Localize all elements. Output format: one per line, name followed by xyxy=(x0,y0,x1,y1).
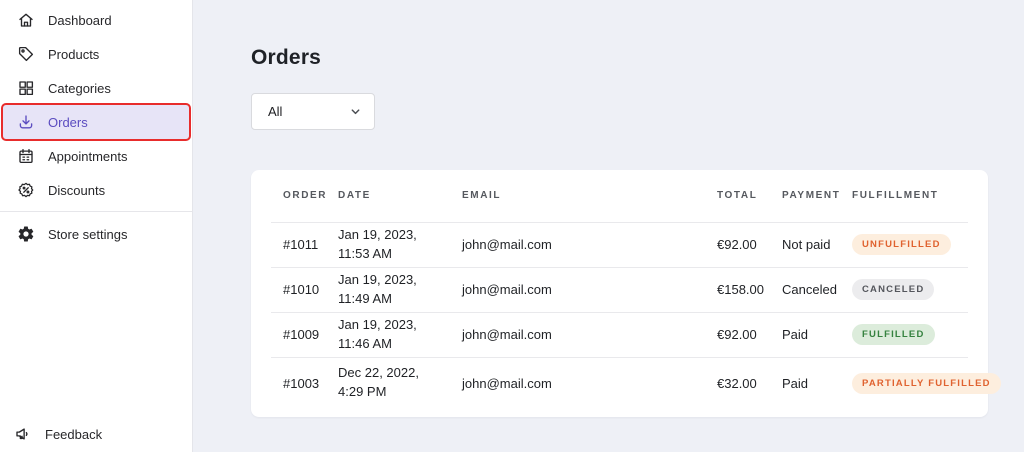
grid-icon xyxy=(17,79,35,97)
table-header-row: ORDER DATE EMAIL TOTAL PAYMENT FULFILLME… xyxy=(271,170,968,222)
sidebar-item-label: Discounts xyxy=(48,183,105,198)
fulfillment-badge: PARTIALLY FULFILLED xyxy=(852,373,1001,394)
order-total: €92.00 xyxy=(717,222,782,267)
page-title: Orders xyxy=(251,46,321,70)
order-email: john@mail.com xyxy=(462,222,717,267)
table-row[interactable]: #1003 Dec 22, 2022, 4:29 PM john@mail.co… xyxy=(271,357,968,409)
order-payment: Canceled xyxy=(782,267,852,312)
order-date: Jan 19, 2023, 11:53 AM xyxy=(338,222,462,267)
filter-selected-value: All xyxy=(268,104,282,119)
order-payment: Paid xyxy=(782,357,852,409)
order-number: #1009 xyxy=(271,312,338,357)
order-number: #1003 xyxy=(271,357,338,409)
order-email: john@mail.com xyxy=(462,357,717,409)
sidebar-item-products[interactable]: Products xyxy=(3,37,189,71)
order-total: €158.00 xyxy=(717,267,782,312)
sidebar-item-discounts[interactable]: Discounts xyxy=(3,173,189,207)
order-date: Jan 19, 2023, 11:46 AM xyxy=(338,312,462,357)
sidebar-item-categories[interactable]: Categories xyxy=(3,71,189,105)
order-number: #1011 xyxy=(271,222,338,267)
column-header-email: EMAIL xyxy=(462,170,717,222)
table-row[interactable]: #1009 Jan 19, 2023, 11:46 AM john@mail.c… xyxy=(271,312,968,357)
fulfillment-badge: CANCELED xyxy=(852,279,934,300)
sidebar-item-dashboard[interactable]: Dashboard xyxy=(3,3,189,37)
sidebar-item-appointments[interactable]: Appointments xyxy=(3,139,189,173)
gear-icon xyxy=(17,225,35,243)
column-header-total: TOTAL xyxy=(717,170,782,222)
sidebar: Dashboard Products Categories Orders xyxy=(0,0,193,452)
order-date: Dec 22, 2022, 4:29 PM xyxy=(338,357,462,409)
download-icon xyxy=(17,113,35,131)
discount-icon xyxy=(17,181,35,199)
sidebar-item-label: Store settings xyxy=(48,227,128,242)
sidebar-item-label: Appointments xyxy=(48,149,128,164)
calendar-icon xyxy=(17,147,35,165)
order-payment: Paid xyxy=(782,312,852,357)
table-row[interactable]: #1011 Jan 19, 2023, 11:53 AM john@mail.c… xyxy=(271,222,968,267)
sidebar-item-label: Categories xyxy=(48,81,111,96)
fulfillment-badge: UNFULFILLED xyxy=(852,234,951,255)
orders-table: ORDER DATE EMAIL TOTAL PAYMENT FULFILLME… xyxy=(271,170,968,409)
sidebar-item-orders[interactable]: Orders xyxy=(3,105,189,139)
sidebar-divider xyxy=(0,211,192,212)
megaphone-icon xyxy=(14,425,32,443)
column-header-order: ORDER xyxy=(271,170,338,222)
sidebar-item-feedback[interactable]: Feedback xyxy=(0,417,192,451)
order-number: #1010 xyxy=(271,267,338,312)
column-header-payment: PAYMENT xyxy=(782,170,852,222)
chevron-down-icon xyxy=(350,106,361,117)
main-content: Orders All ORDER DATE EMAIL TOTAL PAYMEN… xyxy=(194,0,1024,452)
home-icon xyxy=(17,11,35,29)
order-email: john@mail.com xyxy=(462,312,717,357)
order-total: €32.00 xyxy=(717,357,782,409)
order-date: Jan 19, 2023, 11:49 AM xyxy=(338,267,462,312)
orders-filter-dropdown[interactable]: All xyxy=(251,93,375,130)
sidebar-item-label: Feedback xyxy=(45,427,102,442)
column-header-fulfillment: FULFILLMENT xyxy=(852,170,968,222)
sidebar-nav: Dashboard Products Categories Orders xyxy=(0,0,192,251)
fulfillment-badge: FULFILLED xyxy=(852,324,935,345)
tag-icon xyxy=(17,45,35,63)
sidebar-item-label: Products xyxy=(48,47,99,62)
column-header-date: DATE xyxy=(338,170,462,222)
order-total: €92.00 xyxy=(717,312,782,357)
table-row[interactable]: #1010 Jan 19, 2023, 11:49 AM john@mail.c… xyxy=(271,267,968,312)
sidebar-item-label: Orders xyxy=(48,115,88,130)
orders-table-card: ORDER DATE EMAIL TOTAL PAYMENT FULFILLME… xyxy=(251,170,988,417)
sidebar-item-label: Dashboard xyxy=(48,13,112,28)
order-email: john@mail.com xyxy=(462,267,717,312)
order-payment: Not paid xyxy=(782,222,852,267)
sidebar-item-store-settings[interactable]: Store settings xyxy=(3,217,189,251)
